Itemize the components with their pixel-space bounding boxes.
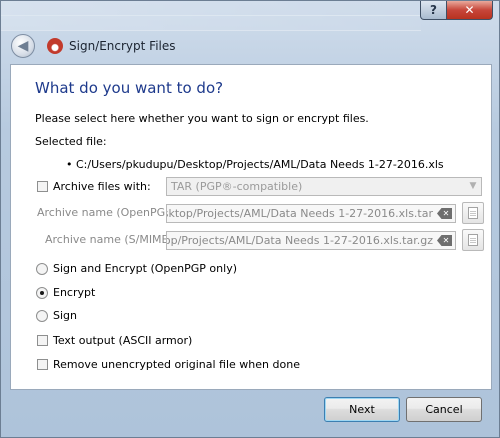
instruction-text: Please select here whether you want to s… xyxy=(35,112,369,125)
archive-format-value: TAR (PGP®-compatible) xyxy=(171,180,303,193)
next-button[interactable]: Next xyxy=(324,397,400,422)
bullet: • xyxy=(66,158,73,171)
remove-original-label: Remove unencrypted original file when do… xyxy=(53,358,300,371)
caption-buttons: ? ✕ xyxy=(420,1,493,20)
close-button[interactable]: ✕ xyxy=(447,1,493,20)
sign-radio[interactable] xyxy=(36,310,48,322)
archive-files-label: Archive files with: xyxy=(53,180,151,193)
selected-file-path: C:/Users/pkudupu/Desktop/Projects/AML/Da… xyxy=(76,158,444,171)
button-bar: Next Cancel xyxy=(9,390,493,430)
archive-name-smime-value: esktop/Projects/AML/Data Needs 1-27-2016… xyxy=(166,234,433,247)
archive-name-smime-field[interactable]: esktop/Projects/AML/Data Needs 1-27-2016… xyxy=(166,231,456,250)
page-heading: What do you want to do? xyxy=(35,79,224,97)
help-button[interactable]: ? xyxy=(420,1,447,20)
browse-smime-button[interactable] xyxy=(462,229,484,251)
sign-and-encrypt-label: Sign and Encrypt (OpenPGP only) xyxy=(53,262,237,275)
back-button[interactable]: ◀ xyxy=(11,34,35,58)
clear-icon[interactable]: ✕ xyxy=(437,208,452,219)
archive-files-checkbox[interactable] xyxy=(37,181,48,192)
kleopatra-app-icon xyxy=(47,38,63,54)
sign-label: Sign xyxy=(53,309,77,322)
selected-file-label: Selected file: xyxy=(35,135,107,148)
cancel-button[interactable]: Cancel xyxy=(406,397,482,422)
archive-name-smime-label: Archive name (S/MIME): xyxy=(45,233,177,246)
text-output-label: Text output (ASCII armor) xyxy=(53,334,193,347)
sign-and-encrypt-radio[interactable] xyxy=(36,263,48,275)
archive-name-openpgp-field[interactable]: u/Desktop/Projects/AML/Data Needs 1-27-2… xyxy=(166,204,456,223)
archive-format-select[interactable]: TAR (PGP®-compatible) ▼ xyxy=(166,177,482,196)
selected-file-item: • C:/Users/pkudupu/Desktop/Projects/AML/… xyxy=(66,158,444,171)
window-frame: ? ✕ ◀ Sign/Encrypt Files What do you wan… xyxy=(0,0,500,438)
clear-icon[interactable]: ✕ xyxy=(437,235,452,246)
archive-name-openpgp-label: Archive name (OpenPGP): xyxy=(37,206,180,219)
back-arrow-icon: ◀ xyxy=(17,38,29,54)
encrypt-label: Encrypt xyxy=(53,286,96,299)
text-output-checkbox[interactable] xyxy=(37,335,48,346)
document-icon xyxy=(468,207,478,219)
wizard-page: What do you want to do? Please select he… xyxy=(10,64,492,390)
encrypt-radio[interactable] xyxy=(36,287,48,299)
browse-openpgp-button[interactable] xyxy=(462,202,484,224)
window-title: Sign/Encrypt Files xyxy=(69,39,176,53)
wizard-header: ◀ Sign/Encrypt Files xyxy=(9,29,493,63)
remove-original-checkbox[interactable] xyxy=(37,359,48,370)
document-icon xyxy=(468,234,478,246)
archive-name-openpgp-value: u/Desktop/Projects/AML/Data Needs 1-27-2… xyxy=(166,207,433,220)
chevron-down-icon: ▼ xyxy=(469,181,477,191)
